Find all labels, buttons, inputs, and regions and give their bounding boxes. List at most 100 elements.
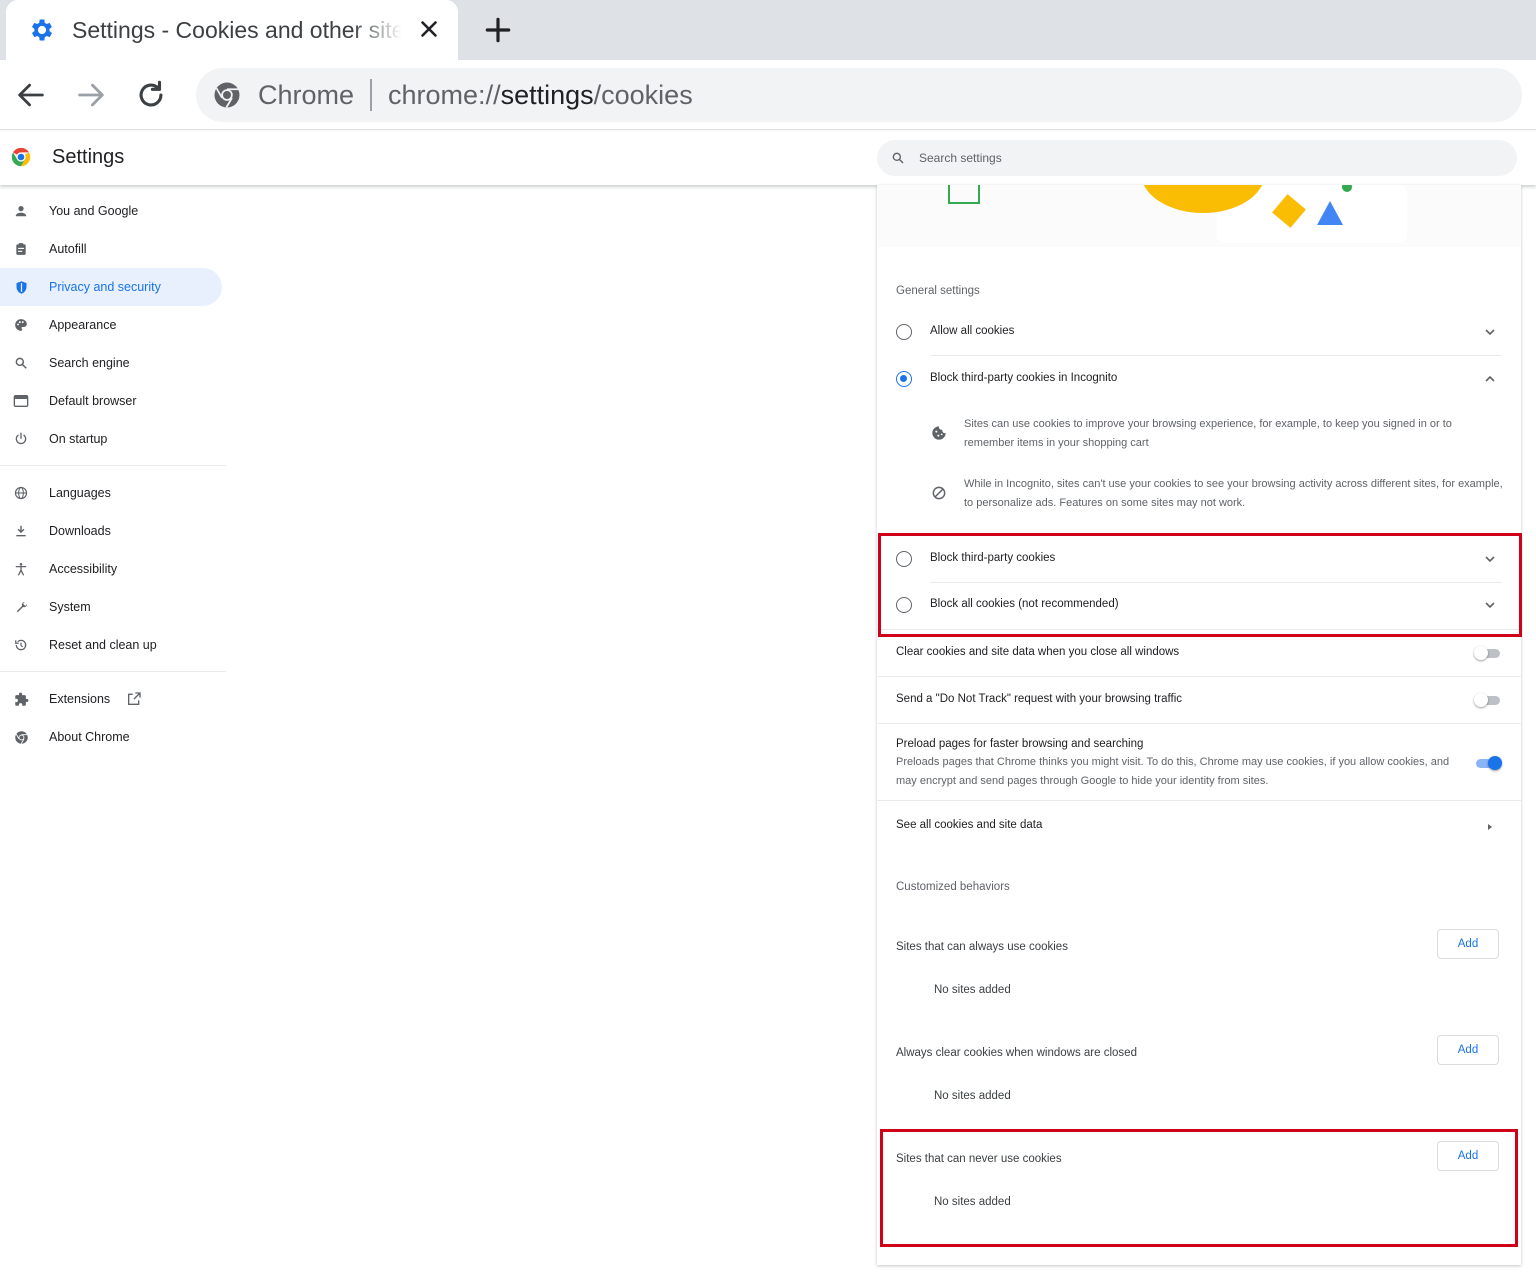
sidebar-item-label: On startup — [49, 432, 108, 446]
sidebar-item-label: Downloads — [49, 524, 111, 538]
chrome-logo-icon — [12, 728, 30, 746]
page-title: Settings — [52, 146, 125, 168]
chevron-down-icon[interactable] — [1484, 326, 1496, 338]
list-clear-on-exit-title: Always clear cookies when windows are cl… — [896, 1047, 1137, 1059]
option-label: Allow all cookies — [930, 325, 1015, 337]
sidebar-item-label: Extensions — [49, 692, 111, 706]
back-arrow-icon[interactable] — [14, 78, 48, 112]
preload-description: Preloads pages that Chrome thinks you mi… — [896, 756, 1450, 787]
option-block-third-party-cookies[interactable]: Block third-party cookies — [877, 536, 1521, 582]
do-not-track-toggle[interactable] — [1474, 693, 1502, 707]
cookie-icon — [932, 426, 946, 440]
close-icon[interactable] — [416, 16, 442, 42]
option-block-third-party-incognito[interactable]: Block third-party cookies in Incognito — [877, 356, 1521, 402]
add-always-allow-button[interactable]: Add — [1437, 929, 1499, 959]
sidebar-item-languages[interactable]: Languages — [0, 474, 226, 512]
shield-icon — [12, 278, 30, 296]
radio-block-all[interactable] — [896, 597, 912, 613]
download-icon — [12, 522, 30, 540]
empty-list-text: No sites added — [934, 984, 1011, 996]
sidebar-item-label: System — [49, 600, 91, 614]
wrench-icon — [12, 598, 30, 616]
sidebar-item-you-and-google[interactable]: You and Google — [0, 192, 226, 230]
sidebar-item-autofill[interactable]: Autofill — [0, 230, 226, 268]
block-icon — [932, 486, 946, 500]
radio-block-third-party[interactable] — [896, 551, 912, 567]
settings-header: Settings — [0, 131, 1536, 185]
omnibox-separator — [370, 79, 373, 111]
preload-pages-toggle[interactable] — [1474, 756, 1502, 770]
chevron-down-icon[interactable] — [1484, 599, 1496, 611]
sidebar-divider — [0, 671, 226, 672]
search-settings-box[interactable] — [877, 140, 1517, 176]
sidebar-divider — [0, 465, 226, 466]
sidebar-item-reset-and-clean-up[interactable]: Reset and clean up — [0, 626, 226, 664]
chevron-down-icon[interactable] — [1484, 553, 1496, 565]
sidebar-item-label: Languages — [49, 486, 111, 500]
clear-on-close-toggle[interactable] — [1474, 646, 1502, 660]
sidebar-item-about-chrome[interactable]: About Chrome — [0, 718, 226, 756]
globe-icon — [12, 484, 30, 502]
palette-icon — [12, 316, 30, 334]
incognito-description-2: While in Incognito, sites can't use your… — [964, 478, 1503, 509]
puzzle-piece-icon — [12, 690, 30, 708]
sidebar-item-appearance[interactable]: Appearance — [0, 306, 226, 344]
forward-arrow-icon[interactable] — [74, 78, 108, 112]
option-allow-all-cookies[interactable]: Allow all cookies — [877, 309, 1521, 355]
row-see-all-cookies[interactable]: See all cookies and site data — [877, 801, 1521, 851]
empty-list-text: No sites added — [934, 1196, 1011, 1208]
cookies-illustration — [877, 185, 1521, 247]
option-label: Block third-party cookies — [930, 552, 1056, 564]
incognito-description-1: Sites can use cookies to improve your br… — [964, 418, 1452, 449]
sidebar-item-search-engine[interactable]: Search engine — [0, 344, 226, 382]
sidebar-item-privacy-and-security[interactable]: Privacy and security — [0, 268, 222, 306]
sidebar-item-extensions[interactable]: Extensions — [0, 680, 226, 718]
row-preload-pages[interactable]: Preload pages for faster browsing and se… — [877, 724, 1521, 794]
general-settings-heading: General settings — [896, 285, 980, 297]
settings-sidebar: You and Google Autofill Privacy and secu… — [0, 192, 226, 756]
sidebar-item-accessibility[interactable]: Accessibility — [0, 550, 226, 588]
omnibox-url: chrome://settings/cookies — [388, 79, 693, 110]
tab-settings-cookies[interactable]: Settings - Cookies and other site data — [6, 0, 458, 60]
sidebar-item-label: Reset and clean up — [49, 638, 157, 652]
list-never-allow-title: Sites that can never use cookies — [896, 1153, 1062, 1165]
see-all-label: See all cookies and site data — [896, 819, 1043, 831]
sidebar-item-system[interactable]: System — [0, 588, 226, 626]
address-bar[interactable]: Chrome chrome://settings/cookies — [196, 68, 1522, 122]
add-clear-on-exit-button[interactable]: Add — [1437, 1035, 1499, 1065]
sidebar-item-label: You and Google — [49, 204, 139, 218]
search-input[interactable] — [919, 151, 1479, 165]
browser-toolbar: Chrome chrome://settings/cookies — [0, 60, 1536, 130]
sidebar-item-label: Search engine — [49, 356, 130, 370]
reload-icon[interactable] — [134, 78, 168, 112]
radio-allow-all[interactable] — [896, 324, 912, 340]
chrome-color-logo-icon — [11, 147, 31, 167]
power-icon — [12, 430, 30, 448]
tab-strip: Settings - Cookies and other site data — [0, 0, 1536, 60]
sidebar-item-downloads[interactable]: Downloads — [0, 512, 226, 550]
sidebar-item-on-startup[interactable]: On startup — [0, 420, 226, 458]
list-always-allow-title: Sites that can always use cookies — [896, 941, 1068, 953]
radio-block-incognito[interactable] — [896, 371, 912, 387]
add-never-allow-button[interactable]: Add — [1437, 1141, 1499, 1171]
option-block-all-cookies[interactable]: Block all cookies (not recommended) — [877, 583, 1521, 629]
empty-list-text: No sites added — [934, 1090, 1011, 1102]
sidebar-item-label: Autofill — [49, 242, 87, 256]
sidebar-item-default-browser[interactable]: Default browser — [0, 382, 226, 420]
sidebar-item-label: About Chrome — [49, 730, 130, 744]
toggle-label: Clear cookies and site data when you clo… — [896, 646, 1180, 658]
row-clear-on-close[interactable]: Clear cookies and site data when you clo… — [877, 630, 1521, 676]
cookies-settings-card: General settings Allow all cookies Block… — [877, 185, 1521, 1265]
omnibox-origin: Chrome — [258, 79, 355, 110]
external-link-icon — [128, 692, 141, 705]
toggle-label: Preload pages for faster browsing and se… — [896, 738, 1144, 750]
new-tab-plus-icon[interactable] — [482, 14, 514, 46]
row-do-not-track[interactable]: Send a "Do Not Track" request with your … — [877, 677, 1521, 723]
gear-icon — [31, 19, 53, 41]
search-icon — [892, 152, 904, 164]
sidebar-item-label: Privacy and security — [49, 280, 161, 294]
toggle-label: Send a "Do Not Track" request with your … — [896, 693, 1182, 705]
accessibility-icon — [12, 560, 30, 578]
option-label: Block third-party cookies in Incognito — [930, 372, 1118, 384]
chevron-up-icon[interactable] — [1484, 373, 1496, 385]
